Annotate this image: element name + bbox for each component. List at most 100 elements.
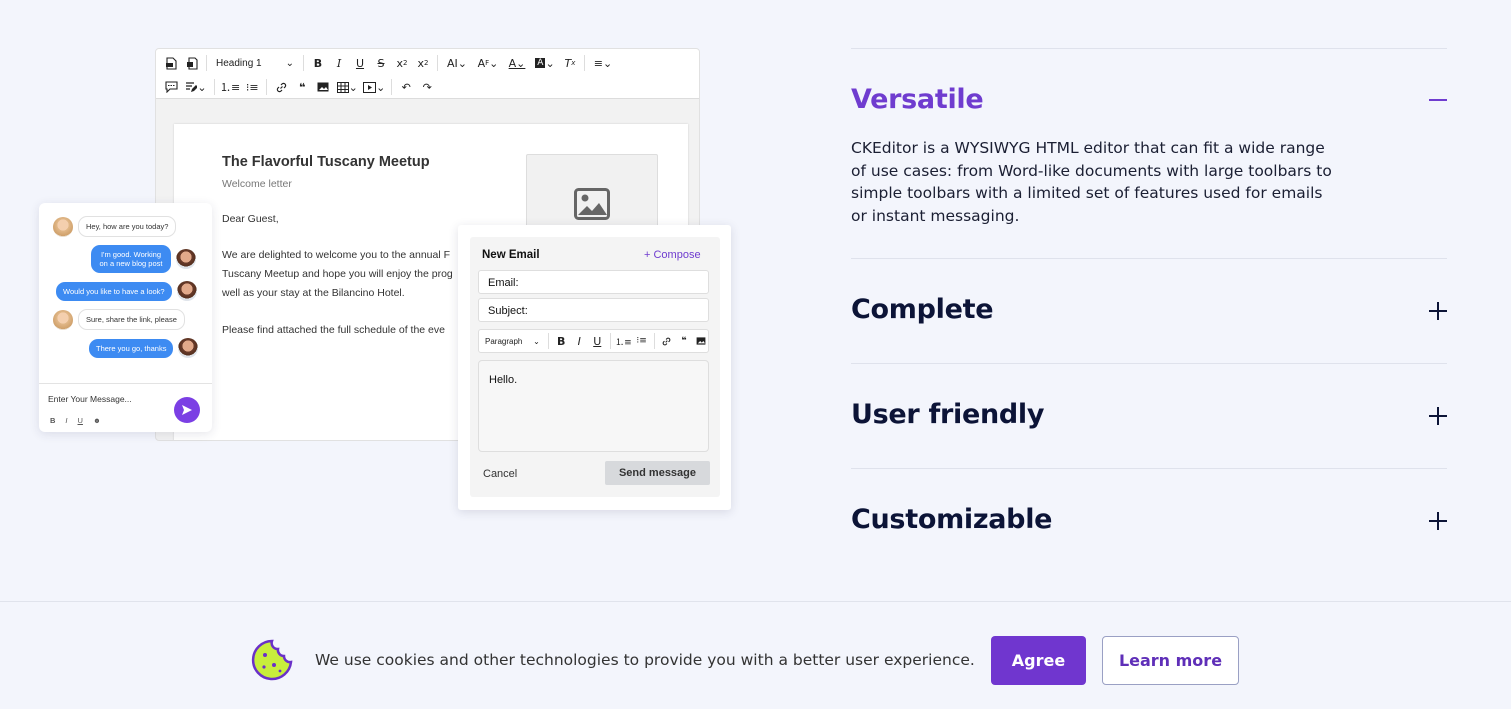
font-family-icon[interactable]: A F ⌄ bbox=[474, 54, 502, 72]
accordion-divider bbox=[851, 468, 1447, 469]
toolbar-separator bbox=[609, 333, 611, 349]
image-icon[interactable] bbox=[314, 78, 332, 96]
underline-icon[interactable]: U bbox=[351, 54, 369, 72]
blockquote-icon[interactable]: ❝ bbox=[677, 332, 691, 350]
link-icon[interactable] bbox=[660, 332, 674, 350]
blockquote-icon[interactable]: ❝ bbox=[293, 78, 311, 96]
document-paragraph-line: Tuscany Meetup and hope you will enjoy t… bbox=[222, 268, 453, 280]
toolbar-row-2: ⌄ ⒈≡ ⁝≡ ❝ ⌄ ⌄ ↶ ↷ bbox=[162, 76, 436, 98]
strikethrough-icon[interactable]: S bbox=[372, 54, 390, 72]
font-color-icon[interactable]: A⌄ bbox=[505, 54, 529, 72]
bulleted-list-icon[interactable]: ⁝≡ bbox=[243, 78, 261, 96]
italic-icon[interactable]: I bbox=[572, 332, 587, 350]
undo-icon[interactable]: ↶ bbox=[397, 78, 415, 96]
email-title: New Email bbox=[482, 249, 540, 261]
numbered-list-icon[interactable]: ⒈≡ bbox=[615, 332, 632, 350]
accordion-title-complete[interactable]: Complete bbox=[851, 294, 994, 325]
chat-bold-button[interactable]: B bbox=[50, 416, 55, 425]
emoji-icon[interactable]: ☻ bbox=[93, 416, 101, 425]
avatar bbox=[178, 338, 199, 358]
table-icon[interactable]: ⌄ bbox=[335, 78, 359, 96]
chat-bubble: Would you like to have a look? bbox=[56, 281, 172, 301]
chat-input-area: Enter Your Message... B I U ☻ bbox=[39, 383, 212, 432]
chat-message-outgoing: Would you like to have a look? bbox=[56, 281, 197, 301]
document-greeting: Dear Guest, bbox=[222, 213, 279, 225]
chat-message-input[interactable]: Enter Your Message... bbox=[48, 394, 132, 404]
toolbar-separator bbox=[547, 333, 549, 349]
bold-icon[interactable]: B bbox=[309, 54, 327, 72]
image-icon[interactable] bbox=[694, 332, 708, 350]
plus-icon[interactable] bbox=[1428, 511, 1448, 531]
toolbar-separator bbox=[437, 55, 438, 71]
chat-message-outgoing: There you go, thanks bbox=[89, 338, 199, 358]
chat-bubble: There you go, thanks bbox=[89, 338, 174, 358]
document-paragraph-line: well as your stay at the Bilancino Hotel… bbox=[222, 287, 405, 299]
avatar bbox=[176, 249, 196, 269]
font-size-icon[interactable]: AI⌄ bbox=[443, 54, 471, 72]
bulleted-list-icon[interactable]: ⁝≡ bbox=[634, 332, 649, 350]
learn-more-button[interactable]: Learn more bbox=[1102, 636, 1239, 685]
agree-button[interactable]: Agree bbox=[991, 636, 1086, 685]
superscript-icon[interactable]: x2 bbox=[414, 54, 432, 72]
cancel-button[interactable]: Cancel bbox=[483, 468, 517, 480]
toolbar-separator bbox=[654, 333, 655, 349]
chat-italic-button[interactable]: I bbox=[65, 416, 67, 425]
redo-icon[interactable]: ↷ bbox=[418, 78, 436, 96]
accordion-divider bbox=[851, 48, 1447, 49]
subscript-icon[interactable]: x2 bbox=[393, 54, 411, 72]
chevron-down-icon: ⌄ bbox=[533, 336, 540, 346]
cookie-message: We use cookies and other technologies to… bbox=[315, 651, 975, 669]
send-message-button[interactable]: Send message bbox=[605, 461, 710, 485]
accordion-title-versatile[interactable]: Versatile bbox=[851, 84, 984, 115]
toolbar-row-1: Heading 1 ⌄ B I U S x2 x2 AI⌄ A F ⌄ A⌄ A ⌄ … bbox=[162, 52, 616, 74]
comment-icon[interactable] bbox=[162, 78, 180, 96]
accordion-title-customizable[interactable]: Customizable bbox=[851, 504, 1052, 535]
avatar bbox=[176, 281, 197, 301]
numbered-list-icon[interactable]: ⒈≡ bbox=[220, 78, 240, 96]
email-field[interactable]: Email: bbox=[478, 270, 709, 294]
toolbar-separator bbox=[584, 55, 585, 71]
send-icon bbox=[182, 405, 192, 415]
font-background-icon[interactable]: A ⌄ bbox=[532, 54, 558, 72]
accordion-title-user-friendly[interactable]: User friendly bbox=[851, 399, 1044, 430]
paragraph-select[interactable]: Paragraph ⌄ bbox=[485, 337, 543, 346]
underline-icon[interactable]: U bbox=[590, 332, 605, 350]
heading-select[interactable]: Heading 1 ⌄ bbox=[212, 54, 298, 72]
align-icon[interactable]: ≡⌄ bbox=[590, 54, 616, 72]
bold-icon[interactable]: B bbox=[554, 332, 569, 350]
editor-toolbar: Heading 1 ⌄ B I U S x2 x2 AI⌄ A F ⌄ A⌄ A ⌄ … bbox=[156, 49, 699, 99]
media-icon[interactable]: ⌄ bbox=[362, 78, 386, 96]
accordion-body-versatile: CKEditor is a WYSIWYG HTML editor that c… bbox=[851, 139, 1332, 225]
remove-format-icon[interactable]: Tx bbox=[561, 54, 579, 72]
toolbar-separator bbox=[214, 79, 215, 95]
export-word-icon[interactable] bbox=[183, 54, 201, 72]
chat-send-button[interactable] bbox=[174, 397, 200, 423]
plus-icon[interactable] bbox=[1428, 406, 1448, 426]
email-toolbar: Paragraph ⌄ B I U ⒈≡ ⁝≡ ❝ bbox=[478, 329, 709, 353]
toolbar-separator bbox=[206, 55, 207, 71]
link-icon[interactable] bbox=[272, 78, 290, 96]
plus-icon[interactable] bbox=[1428, 301, 1448, 321]
document-paragraph-line: Please find attached the full schedule o… bbox=[222, 324, 445, 336]
paragraph-select-label: Paragraph bbox=[485, 336, 523, 346]
compose-link[interactable]: + Compose bbox=[644, 249, 701, 261]
chat-widget: Hey, how are you today? I'm good. Workin… bbox=[39, 203, 212, 432]
chat-underline-button[interactable]: U bbox=[78, 416, 83, 425]
export-pdf-icon[interactable] bbox=[162, 54, 180, 72]
subject-field[interactable]: Subject: bbox=[478, 298, 709, 322]
toolbar-separator bbox=[303, 55, 304, 71]
email-body-editor[interactable]: Hello. bbox=[478, 360, 709, 452]
track-changes-icon[interactable]: ⌄ bbox=[183, 78, 209, 96]
heading-select-label: Heading 1 bbox=[216, 57, 262, 69]
avatar bbox=[53, 309, 73, 330]
minus-icon[interactable] bbox=[1428, 90, 1448, 110]
toolbar-separator bbox=[266, 79, 268, 95]
chat-message-incoming: Sure, share the link, please bbox=[53, 309, 185, 330]
document-paragraph-line: We are delighted to welcome you to the a… bbox=[222, 249, 451, 261]
chat-bubble: I'm good. Working on a new blog post bbox=[91, 245, 171, 273]
chevron-down-icon: ⌄ bbox=[285, 57, 294, 69]
email-panel: New Email + Compose Email: Subject: Para… bbox=[470, 237, 720, 497]
italic-icon[interactable]: I bbox=[330, 54, 348, 72]
chat-message-incoming: Hey, how are you today? bbox=[53, 216, 177, 237]
cookie-banner: We use cookies and other technologies to… bbox=[0, 601, 1511, 709]
